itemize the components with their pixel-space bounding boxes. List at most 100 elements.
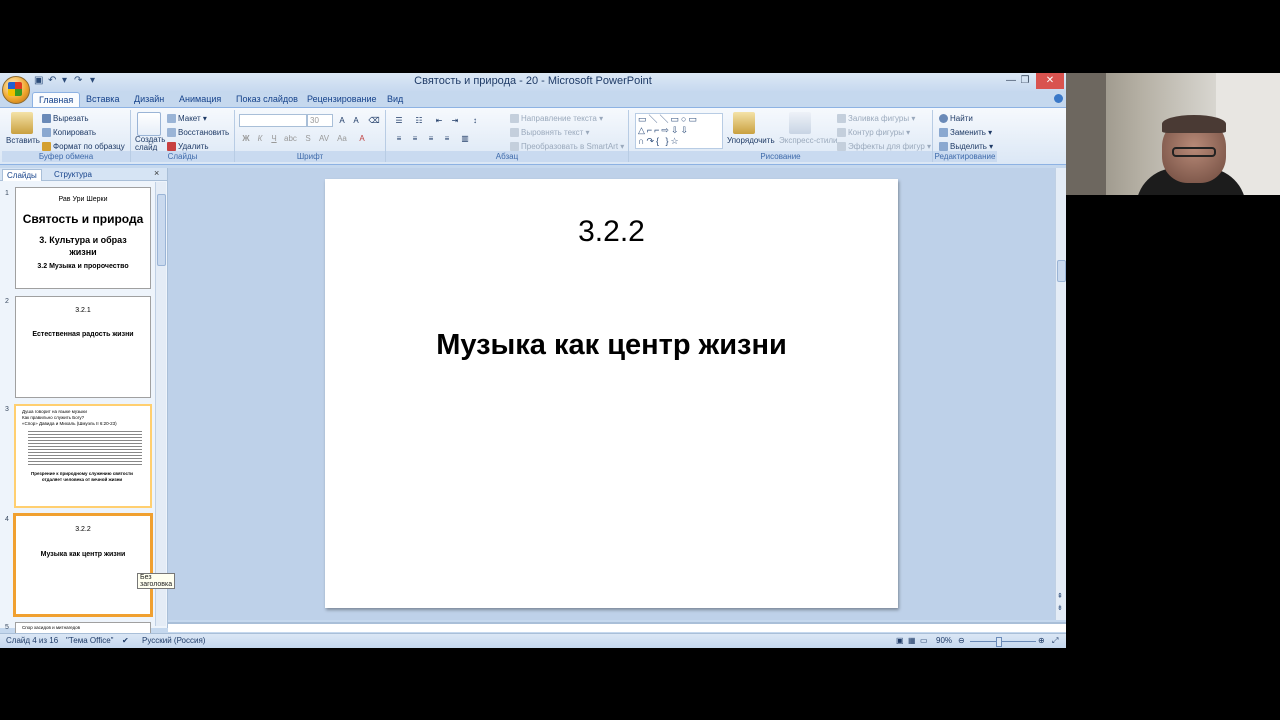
text-direction-icon bbox=[510, 114, 519, 124]
cut-button[interactable]: Вырезать bbox=[42, 114, 89, 124]
paragraph-group-label: Абзац bbox=[386, 151, 628, 162]
language-indicator[interactable]: Русский (Россия) bbox=[142, 636, 205, 645]
thumb4-title: Музыка как центр жизни bbox=[40, 551, 126, 558]
tab-design[interactable]: Дизайн bbox=[128, 92, 170, 107]
layout-button[interactable]: Макет ▾ bbox=[167, 114, 207, 124]
notes-pane[interactable] bbox=[168, 622, 1066, 632]
text-direction-button[interactable]: Направление текста ▾ bbox=[510, 114, 603, 124]
paste-button[interactable]: Вставить bbox=[6, 136, 40, 145]
arrange-button[interactable]: Упорядочить bbox=[727, 136, 775, 145]
font-size-select[interactable]: 30 bbox=[307, 114, 333, 127]
clipboard-group: Вставить Вырезать Копировать Формат по о… bbox=[2, 110, 131, 162]
slideshow-view-icon[interactable]: ▭ bbox=[920, 636, 928, 645]
zoom-out-icon[interactable]: ⊖ bbox=[958, 636, 965, 645]
thumb3-footer: Презрение к природному служению святости… bbox=[31, 471, 133, 482]
slide-title[interactable]: Музыка как центр жизни bbox=[325, 329, 898, 362]
thumb2-title: Естественная радость жизни bbox=[32, 331, 134, 338]
outline-icon bbox=[837, 128, 846, 138]
align-center-icon[interactable]: ≡ bbox=[408, 132, 422, 145]
shape-fill-button[interactable]: Заливка фигуры ▾ bbox=[837, 114, 915, 124]
shape-effects-button[interactable]: Эффекты для фигур ▾ bbox=[837, 142, 931, 152]
zoom-slider[interactable] bbox=[970, 641, 1036, 642]
thumb1-line2: жизни bbox=[69, 247, 97, 257]
numbering-icon[interactable]: ☷ bbox=[412, 114, 426, 127]
clear-format-icon[interactable]: ⌫ bbox=[367, 114, 381, 127]
slide-thumbnail-1[interactable]: Рав Ури Шерки Святость и природа 3. Куль… bbox=[15, 187, 151, 289]
thumb3-text-lines bbox=[28, 429, 142, 467]
tab-outline[interactable]: Структура bbox=[50, 169, 96, 180]
fill-icon bbox=[837, 114, 846, 124]
underline-icon[interactable]: Ч bbox=[267, 132, 281, 145]
reset-icon bbox=[167, 128, 176, 138]
editor-scrollbar[interactable]: ⇞ ⇟ bbox=[1055, 168, 1066, 620]
normal-view-icon[interactable]: ▣ bbox=[896, 636, 904, 645]
new-slide-button[interactable]: Создать слайд bbox=[135, 136, 165, 152]
panel-scrollbar[interactable] bbox=[155, 182, 166, 626]
slide-thumbnail-3[interactable]: Душа говорит на языке музыки Как правиль… bbox=[14, 404, 152, 508]
thumb1-line1: 3. Культура и образ bbox=[39, 235, 127, 245]
font-color-icon[interactable]: A bbox=[355, 132, 369, 145]
shadow-icon[interactable]: S bbox=[301, 132, 315, 145]
replace-button[interactable]: Заменить ▾ bbox=[939, 128, 992, 138]
spacing-icon[interactable]: AV bbox=[317, 132, 331, 145]
decrease-indent-icon[interactable]: ⇤ bbox=[432, 114, 446, 127]
grow-font-icon[interactable]: A bbox=[335, 114, 349, 127]
tab-slides[interactable]: Слайды bbox=[2, 169, 42, 181]
next-slide-icon[interactable]: ⇟ bbox=[1057, 604, 1063, 612]
current-slide[interactable]: 3.2.2 Музыка как центр жизни bbox=[325, 179, 898, 608]
editor-scroll-thumb[interactable] bbox=[1057, 260, 1066, 282]
office-button[interactable] bbox=[2, 76, 30, 104]
restore-button[interactable]: ❐ bbox=[1014, 73, 1036, 89]
tab-animation[interactable]: Анимация bbox=[173, 92, 227, 107]
sorter-view-icon[interactable]: ▦ bbox=[908, 636, 916, 645]
justify-icon[interactable]: ≡ bbox=[440, 132, 454, 145]
shape-outline-button[interactable]: Контур фигуры ▾ bbox=[837, 128, 910, 138]
delete-slide-button[interactable]: Удалить bbox=[167, 142, 209, 152]
slides-group-label: Слайды bbox=[131, 151, 234, 162]
slide-thumbnail-4[interactable]: 3.2.2 Музыка как центр жизни bbox=[13, 513, 153, 617]
line-spacing-icon[interactable]: ↕ bbox=[468, 114, 482, 127]
prev-slide-icon[interactable]: ⇞ bbox=[1057, 592, 1063, 600]
select-button[interactable]: Выделить ▾ bbox=[939, 142, 993, 152]
spellcheck-icon[interactable]: ✔ bbox=[122, 636, 129, 645]
editing-group: Найти Заменить ▾ Выделить ▾ Редактирован… bbox=[933, 110, 997, 162]
slide-thumbnail-2[interactable]: 3.2.1 Естественная радость жизни bbox=[15, 296, 151, 398]
bullets-icon[interactable]: ☰ bbox=[392, 114, 406, 127]
tab-slideshow[interactable]: Показ слайдов bbox=[230, 92, 304, 107]
find-button[interactable]: Найти bbox=[939, 114, 973, 124]
smartart-button[interactable]: Преобразовать в SmartArt ▾ bbox=[510, 142, 624, 152]
shrink-font-icon[interactable]: A bbox=[349, 114, 363, 127]
shapes-gallery[interactable]: ▭＼＼▭○▭ △⌐⌐⇨⇩⇩ ∩↷{ }☆ bbox=[635, 113, 723, 149]
quick-styles-button[interactable]: Экспресс-стили bbox=[779, 136, 838, 145]
close-button[interactable]: ✕ bbox=[1036, 73, 1064, 89]
align-right-icon[interactable]: ≡ bbox=[424, 132, 438, 145]
strikethrough-icon[interactable]: abc bbox=[283, 132, 297, 145]
panel-scroll-thumb[interactable] bbox=[157, 194, 166, 266]
tab-view[interactable]: Вид bbox=[381, 92, 409, 107]
fit-window-icon[interactable]: ⤢ bbox=[1052, 636, 1058, 646]
zoom-slider-thumb[interactable] bbox=[996, 637, 1002, 647]
tab-insert[interactable]: Вставка bbox=[80, 92, 125, 107]
format-painter-button[interactable]: Формат по образцу bbox=[42, 142, 125, 152]
copy-button[interactable]: Копировать bbox=[42, 128, 96, 138]
increase-indent-icon[interactable]: ⇥ bbox=[448, 114, 462, 127]
zoom-in-icon[interactable]: ⊕ bbox=[1038, 636, 1045, 645]
align-text-button[interactable]: Выровнять текст ▾ bbox=[510, 128, 590, 138]
slide-number-text[interactable]: 3.2.2 bbox=[325, 215, 898, 249]
status-bar: Слайд 4 из 16 "Тема Office" ✔ Русский (Р… bbox=[0, 633, 1066, 648]
scissors-icon bbox=[42, 114, 51, 124]
help-icon[interactable] bbox=[1054, 94, 1063, 103]
reset-button[interactable]: Восстановить bbox=[167, 128, 229, 138]
paragraph-group: ☰ ☷ ⇤ ⇥ ↕ ≡ ≡ ≡ ≡ ▥ Направление текста ▾… bbox=[386, 110, 629, 162]
case-icon[interactable]: Aa bbox=[335, 132, 349, 145]
slides-group: Создать слайд Макет ▾ Восстановить Удали… bbox=[131, 110, 235, 162]
close-panel-icon[interactable]: × bbox=[154, 168, 159, 178]
font-family-select[interactable] bbox=[239, 114, 307, 127]
italic-icon[interactable]: К bbox=[253, 132, 267, 145]
columns-icon[interactable]: ▥ bbox=[458, 132, 472, 145]
bold-icon[interactable]: Ж bbox=[239, 132, 253, 145]
tab-home[interactable]: Главная bbox=[32, 92, 81, 108]
tab-review[interactable]: Рецензирование bbox=[301, 92, 383, 107]
align-left-icon[interactable]: ≡ bbox=[392, 132, 406, 145]
zoom-level[interactable]: 90% bbox=[936, 636, 952, 645]
